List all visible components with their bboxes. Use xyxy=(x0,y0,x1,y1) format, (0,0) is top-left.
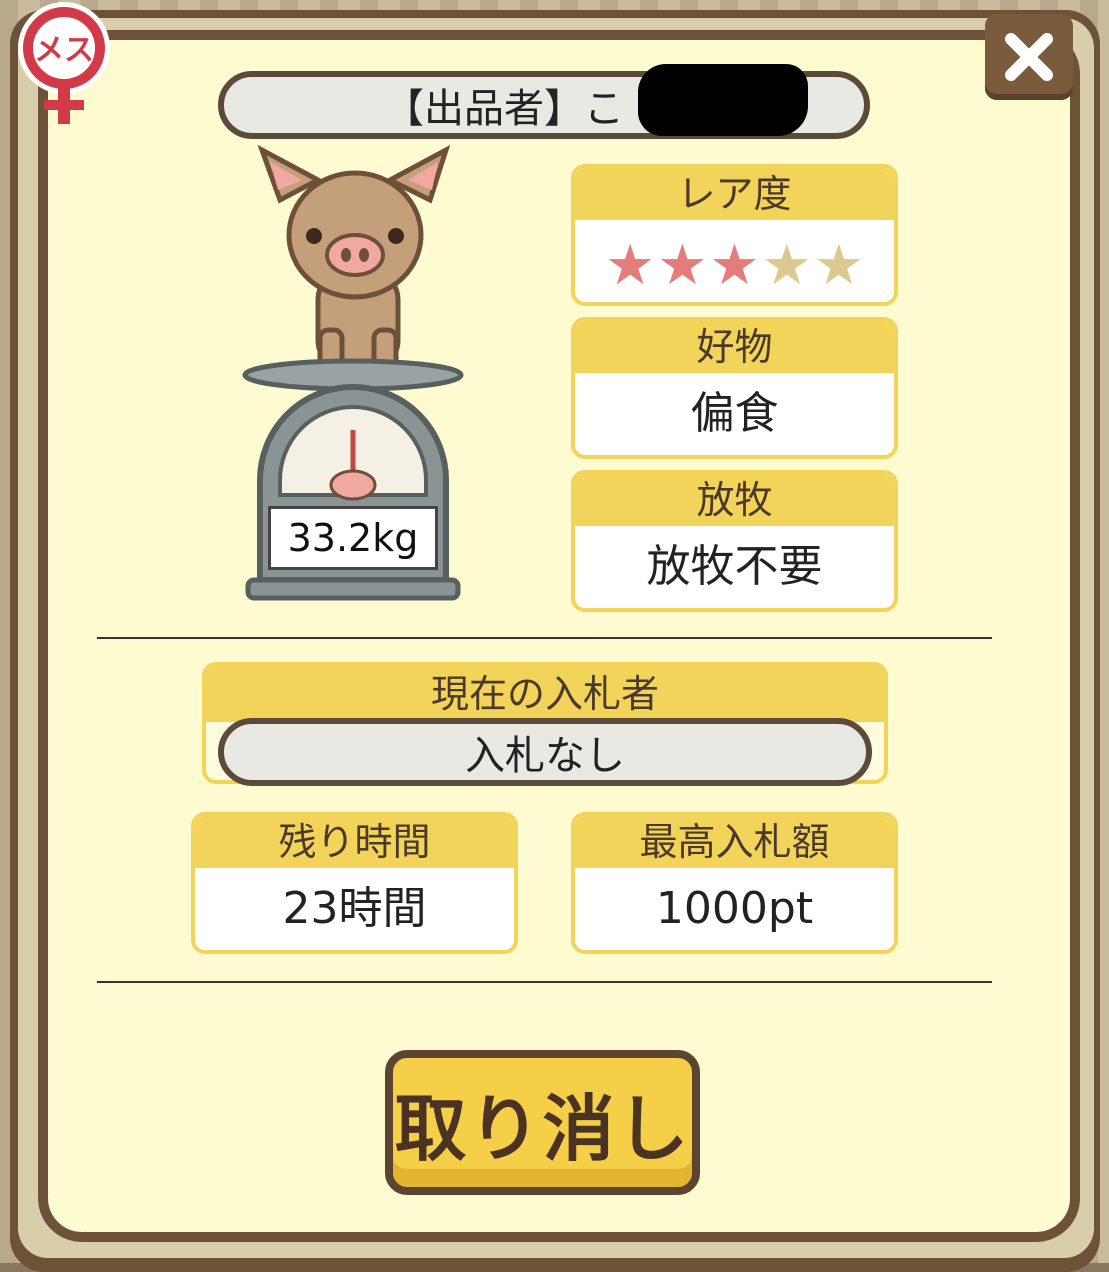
redacted-name xyxy=(638,64,808,136)
pasture-card: 放牧 放牧不要 xyxy=(571,470,898,612)
star-icon-1: ★ xyxy=(604,233,656,298)
star-icon-3: ★ xyxy=(709,233,760,298)
close-button[interactable] xyxy=(985,14,1073,100)
current-bidder-value: 入札なし xyxy=(465,733,625,779)
rarity-header: レア度 xyxy=(575,168,894,220)
highest-bid-header: 最高入札額 xyxy=(575,816,894,868)
favorite-value: 偏食 xyxy=(690,388,779,439)
divider-top xyxy=(97,637,992,639)
highest-bid-card: 最高入札額 1000pt xyxy=(571,812,898,954)
close-icon xyxy=(1005,33,1053,81)
star-icon-5: ★ xyxy=(813,233,864,298)
cancel-button[interactable]: 取り消し xyxy=(385,1050,700,1195)
remaining-time-value: 23時間 xyxy=(282,883,427,934)
female-badge: メス xyxy=(18,2,110,124)
favorite-header: 好物 xyxy=(575,321,894,373)
pig-icon xyxy=(257,144,451,377)
current-bidder-header: 現在の入札者 xyxy=(206,666,884,722)
rarity-stars: ★ ★ ★ ★ ★ xyxy=(575,220,894,294)
pasture-value: 放牧不要 xyxy=(646,541,823,592)
remaining-time-card: 残り時間 23時間 xyxy=(191,812,518,954)
seller-text: 【出品者】こ xyxy=(384,86,624,132)
pasture-header: 放牧 xyxy=(575,474,894,526)
divider-bottom xyxy=(97,981,992,983)
cancel-button-label: 取り消し xyxy=(394,1087,691,1171)
rarity-card: レア度 ★ ★ ★ ★ ★ xyxy=(571,164,898,306)
highest-bid-value: 1000pt xyxy=(655,883,814,934)
badge-label: メス xyxy=(34,33,94,68)
weight-value: 33.2kg xyxy=(287,516,419,560)
current-bidder-pill: 入札なし xyxy=(218,718,872,786)
weight-display: 33.2kg xyxy=(268,506,438,570)
favorite-card: 好物 偏食 xyxy=(571,317,898,459)
star-icon-2: ★ xyxy=(657,233,708,298)
star-icon-4: ★ xyxy=(761,233,812,298)
remaining-time-header: 残り時間 xyxy=(195,816,514,868)
